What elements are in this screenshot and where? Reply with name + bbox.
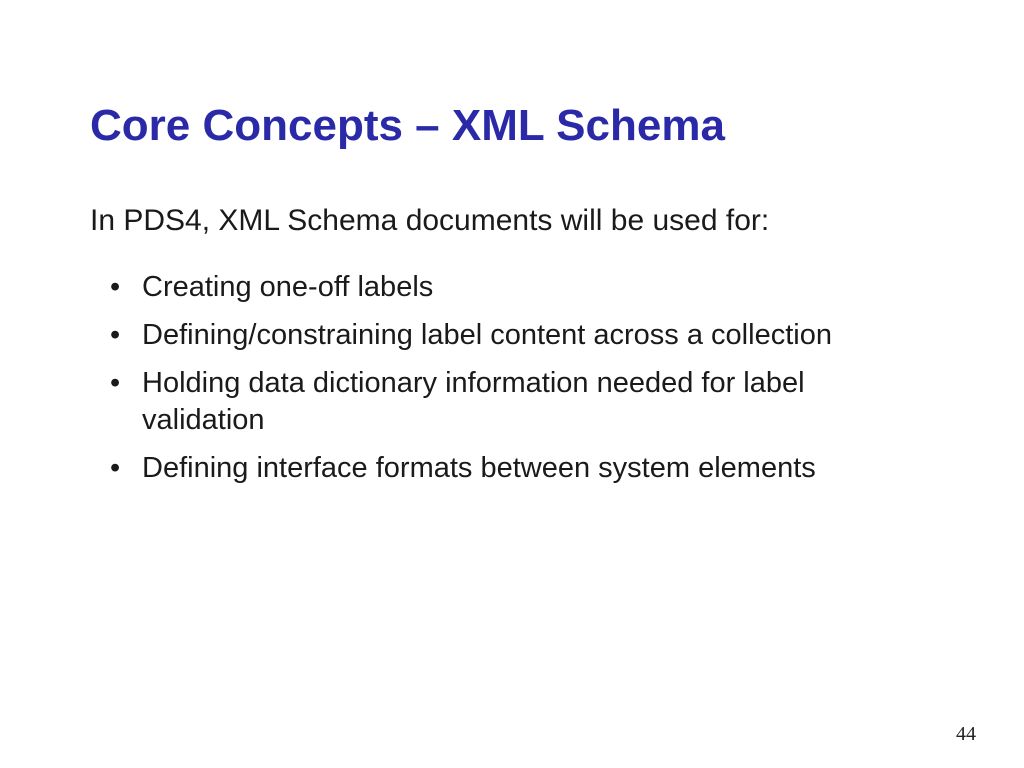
slide-title: Core Concepts – XML Schema	[90, 100, 934, 153]
slide-container: Core Concepts – XML Schema In PDS4, XML …	[0, 0, 1024, 768]
list-item: Defining interface formats between syste…	[110, 450, 934, 488]
list-item: Creating one-off labels	[110, 269, 934, 307]
list-item: Defining/constraining label content acro…	[110, 317, 934, 355]
page-number: 44	[956, 723, 976, 746]
bullet-list: Creating one-off labels Defining/constra…	[90, 269, 934, 487]
intro-text: In PDS4, XML Schema documents will be us…	[90, 201, 934, 242]
list-item: Holding data dictionary information need…	[110, 365, 934, 440]
